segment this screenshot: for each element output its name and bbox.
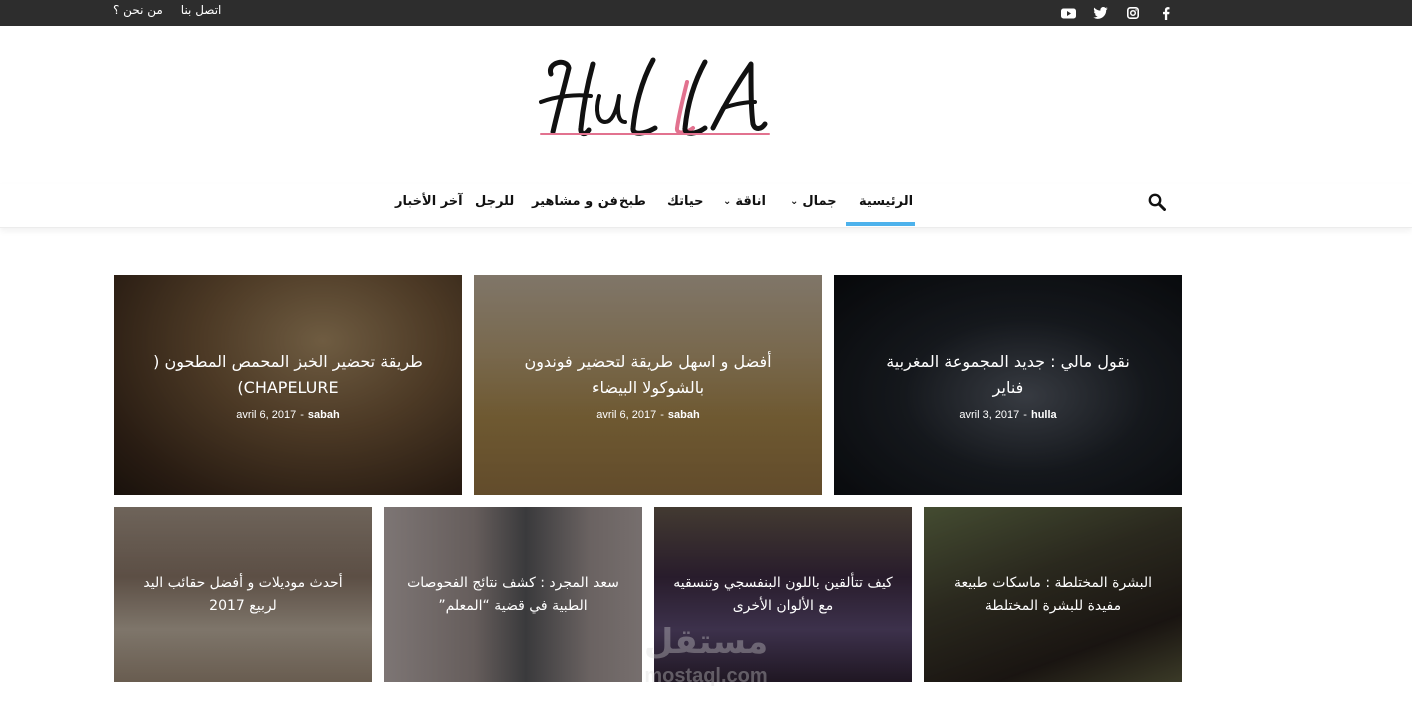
nav-item-elegance[interactable]: ⌄ اناقة bbox=[723, 194, 766, 209]
nav-label: آخر الأخبار bbox=[395, 194, 463, 209]
post-title[interactable]: أحدث موديلات و أفضل حقائب اليد لربيع 201… bbox=[133, 572, 353, 618]
nav-item-home[interactable]: الرئيسية bbox=[859, 194, 913, 209]
featured-post[interactable]: أفضل و اسهل طريقة لتحضير فوندون بالشوكول… bbox=[474, 275, 822, 495]
main-nav: الرئيسية ⌄ جمال ⌄ اناقة حياتك طبخ فن و م… bbox=[0, 184, 1412, 228]
post-title[interactable]: نقول مالي : جديد المجموعة المغربية فناير bbox=[883, 349, 1133, 401]
post-caption: أحدث موديلات و أفضل حقائب اليد لربيع 201… bbox=[115, 572, 371, 618]
post-meta: avril 6, 2017- sabah bbox=[236, 409, 340, 421]
youtube-icon[interactable] bbox=[1059, 4, 1077, 22]
post-date: avril 6, 2017 bbox=[236, 409, 297, 421]
featured-post[interactable]: طريقة تحضير الخبز المحمص المطحون ( CHAPE… bbox=[114, 275, 462, 495]
post-title[interactable]: سعد المجرد : كشف نتائج الفحوصات الطبية ف… bbox=[398, 572, 628, 618]
post-author[interactable]: hulla bbox=[1031, 409, 1057, 421]
top-links: من نحن ؟ اتصل بنا bbox=[113, 3, 221, 17]
nav-item-celebrities[interactable]: فن و مشاهير bbox=[532, 194, 618, 209]
post-caption: كيف تتألقين باللون البنفسجي وتنسقيه مع ا… bbox=[654, 572, 912, 618]
nav-label: طبخ bbox=[619, 194, 646, 209]
post-caption: أفضل و اسهل طريقة لتحضير فوندون بالشوكول… bbox=[500, 349, 796, 421]
twitter-icon[interactable] bbox=[1091, 4, 1109, 22]
post-date: avril 3, 2017 bbox=[959, 409, 1020, 421]
post-meta: avril 6, 2017- sabah bbox=[596, 409, 700, 421]
post-title[interactable]: كيف تتألقين باللون البنفسجي وتنسقيه مع ا… bbox=[668, 572, 898, 618]
nav-label: اناقة bbox=[735, 194, 767, 209]
facebook-icon[interactable] bbox=[1158, 4, 1174, 22]
watermark-url: mostaql.com bbox=[644, 665, 768, 687]
post-caption: طريقة تحضير الخبز المحمص المطحون ( CHAPE… bbox=[125, 349, 451, 421]
secondary-post[interactable]: البشرة المختلطة : ماسكات طبيعة مفيدة للب… bbox=[924, 507, 1182, 682]
nav-active-indicator bbox=[846, 222, 915, 226]
site-logo[interactable] bbox=[537, 52, 771, 144]
post-date: avril 6, 2017 bbox=[596, 409, 657, 421]
chevron-down-icon: ⌄ bbox=[723, 196, 732, 207]
featured-post[interactable]: نقول مالي : جديد المجموعة المغربية فناير… bbox=[834, 275, 1182, 495]
secondary-post[interactable]: سعد المجرد : كشف نتائج الفحوصات الطبية ف… bbox=[384, 507, 642, 682]
nav-item-men[interactable]: للرجل bbox=[475, 194, 514, 209]
post-author[interactable]: sabah bbox=[668, 409, 700, 421]
nav-label: حياتك bbox=[667, 194, 704, 209]
watermark: مستقل mostaql.com bbox=[618, 620, 794, 700]
post-author[interactable]: sabah bbox=[308, 409, 340, 421]
nav-item-beauty[interactable]: ⌄ جمال bbox=[790, 194, 837, 209]
watermark-logo: مستقل bbox=[643, 622, 769, 662]
nav-label: فن و مشاهير bbox=[532, 194, 618, 209]
nav-item-cooking[interactable]: طبخ bbox=[619, 194, 646, 209]
nav-label: جمال bbox=[802, 194, 837, 209]
secondary-post[interactable]: أحدث موديلات و أفضل حقائب اليد لربيع 201… bbox=[114, 507, 372, 682]
post-caption: سعد المجرد : كشف نتائج الفحوصات الطبية ف… bbox=[384, 572, 642, 618]
nav-item-latest-news[interactable]: آخر الأخبار bbox=[395, 194, 463, 209]
post-meta: avril 3, 2017- hulla bbox=[959, 409, 1057, 421]
nav-item-life[interactable]: حياتك bbox=[667, 194, 704, 209]
post-title[interactable]: طريقة تحضير الخبز المحمص المطحون ( CHAPE… bbox=[143, 349, 433, 401]
about-link[interactable]: من نحن ؟ bbox=[113, 3, 163, 17]
instagram-icon[interactable] bbox=[1125, 4, 1141, 22]
post-caption: البشرة المختلطة : ماسكات طبيعة مفيدة للب… bbox=[925, 572, 1181, 618]
nav-label: الرئيسية bbox=[859, 194, 914, 209]
chevron-down-icon: ⌄ bbox=[790, 196, 799, 207]
post-caption: نقول مالي : جديد المجموعة المغربية فناير… bbox=[865, 349, 1151, 421]
search-icon[interactable] bbox=[1148, 193, 1166, 211]
post-title[interactable]: البشرة المختلطة : ماسكات طبيعة مفيدة للب… bbox=[943, 572, 1163, 618]
contact-link[interactable]: اتصل بنا bbox=[181, 3, 222, 17]
top-bar: من نحن ؟ اتصل بنا bbox=[0, 0, 1412, 26]
post-title[interactable]: أفضل و اسهل طريقة لتحضير فوندون بالشوكول… bbox=[518, 349, 778, 401]
nav-label: للرجل bbox=[475, 194, 515, 209]
